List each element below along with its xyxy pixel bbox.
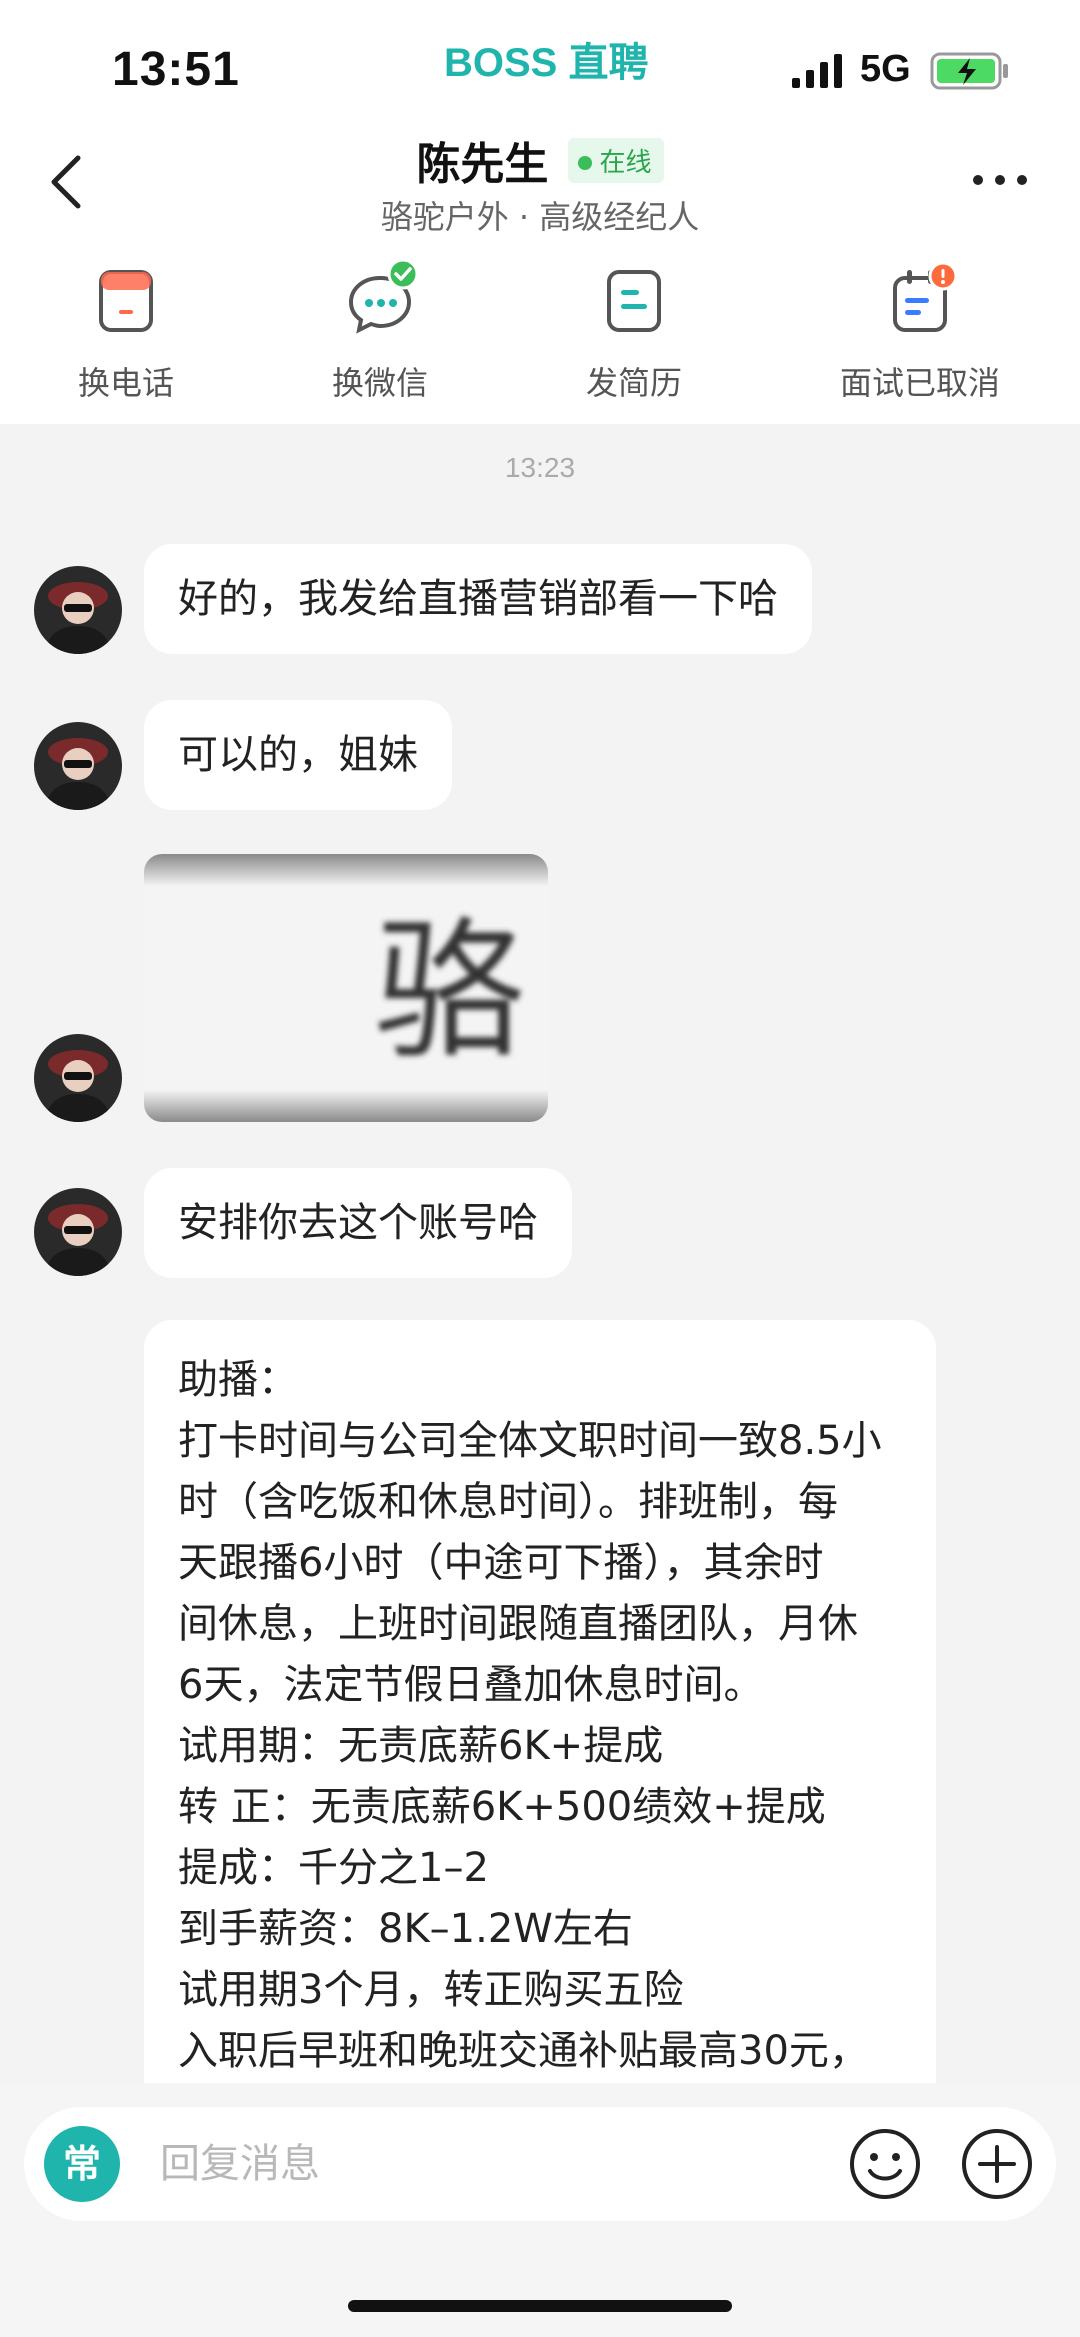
app-brand: BOSS 直聘 [444, 41, 649, 85]
wechat-icon [348, 258, 419, 334]
network-type: 5G [860, 48, 911, 90]
online-label: 在线 [599, 147, 652, 178]
input-bar: 常 [0, 2083, 1080, 2337]
quick-reply-button[interactable]: 常 [44, 2126, 120, 2202]
message-line: 6天，法定节假日叠加休息时间。 [178, 1662, 764, 1708]
calendar-alert-icon [893, 261, 958, 332]
action-bar: 换电话 换微信 发简历 面试已取消 [0, 258, 1080, 406]
resume-icon [607, 270, 661, 332]
chat-screen: 13:51 BOSS 直聘 5G 陈先生 在线 骆驼户外 · 高级经纪人 换电话… [0, 0, 1080, 2337]
action-label: 换微信 [331, 364, 428, 402]
plus-icon[interactable] [960, 2127, 1034, 2201]
exchange-wechat-button[interactable]: 换微信 [270, 258, 490, 404]
contact-avatar[interactable] [34, 1188, 122, 1276]
message-bubble[interactable]: 可以的，姐妹 [144, 700, 452, 810]
message-line: 试用期3个月，转正购买五险 [178, 1967, 684, 2013]
action-label: 发简历 [585, 364, 682, 402]
message-timestamp: 13:23 [504, 452, 576, 483]
contact-avatar[interactable] [34, 722, 122, 810]
message-line: 助播： [178, 1357, 298, 1403]
message-line: 间休息，上班时间跟随直播团队，月休 [178, 1601, 858, 1647]
contact-subtitle: 骆驼户外 · 高级经纪人 [380, 198, 700, 236]
message-line: 到手薪资：8K–1.2W左右 [178, 1906, 633, 1952]
chat-title: 陈先生 在线 [0, 128, 1080, 192]
battery-charging-icon [930, 52, 1008, 90]
message-bubble[interactable]: 安排你去这个账号哈 [144, 1168, 572, 1278]
more-options-icon[interactable] [970, 168, 1030, 192]
phone-card-icon [99, 270, 153, 332]
header: 13:51 BOSS 直聘 5G 陈先生 在线 骆驼户外 · 高级经纪人 换电话… [0, 0, 1080, 424]
online-status-badge: 在线 [567, 137, 664, 183]
online-dot-icon [577, 156, 592, 170]
message-bubble[interactable]: 好的，我发给直播营销部看一下哈 [144, 544, 812, 654]
message-line: 时（含吃饭和休息时间）。排班制，每 [178, 1479, 838, 1525]
message-line: 天跟播6小时（中途可下播），其余时 [178, 1540, 824, 1586]
input-pill: 常 [24, 2107, 1056, 2221]
message-line: 提成：千分之1–2 [178, 1845, 489, 1891]
action-label: 换电话 [77, 364, 174, 402]
image-message[interactable]: 骆 [144, 854, 548, 1122]
message-line: 打卡时间与公司全体文职时间一致8.5小 [178, 1418, 882, 1464]
image-thumbnail: 骆 [144, 854, 548, 1122]
contact-name: 陈先生 [416, 139, 549, 190]
signal-icon [792, 54, 842, 88]
image-text: 骆 [374, 906, 524, 1080]
emoji-icon[interactable] [848, 2127, 922, 2201]
exchange-phone-button[interactable]: 换电话 [16, 266, 236, 404]
interview-cancelled-button[interactable]: 面试已取消 [810, 261, 1030, 404]
message-bubble-long[interactable]: 助播： 打卡时间与公司全体文职时间一致8.5小 时（含吃饭和休息时间）。排班制，… [144, 1320, 936, 2120]
action-label: 面试已取消 [839, 364, 1000, 402]
contact-avatar[interactable] [34, 1034, 122, 1122]
reply-input[interactable] [160, 2137, 720, 2191]
message-line: 入职后早班和晚班交通补贴最高30元， [178, 2028, 869, 2074]
send-resume-button[interactable]: 发简历 [524, 266, 744, 404]
home-indicator[interactable] [348, 2300, 732, 2312]
message-line: 试用期：无责底薪6K+提成 [178, 1723, 664, 1769]
message-line: 转 正：无责底薪6K+500绩效+提成 [178, 1784, 826, 1830]
status-time: 13:51 [112, 43, 240, 96]
contact-avatar[interactable] [34, 566, 122, 654]
